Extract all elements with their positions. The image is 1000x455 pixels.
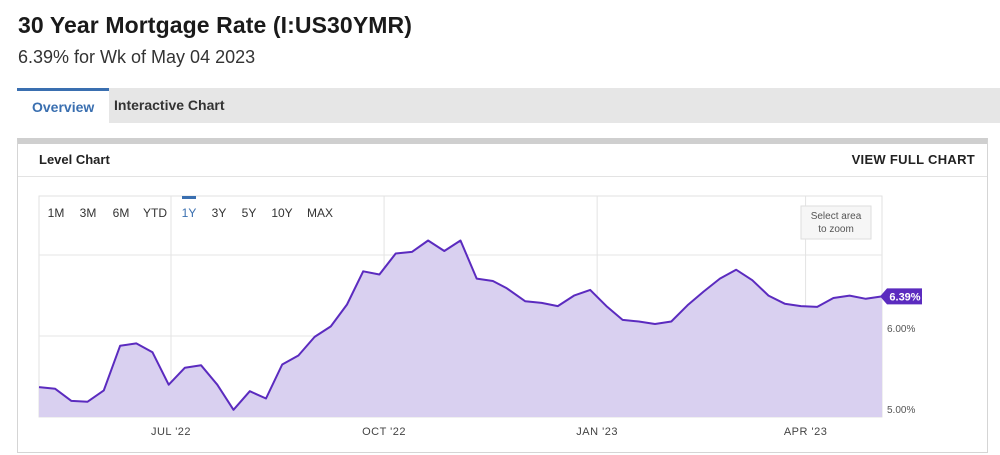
range-button-label: 10Y xyxy=(271,206,292,220)
range-button-label: 3M xyxy=(80,206,97,220)
level-chart[interactable]: JUL '22 OCT '22 JAN '23 APR '23 5.00% 6.00% 1… xyxy=(0,0,1000,455)
area-fill xyxy=(39,240,882,417)
range-button-label: 3Y xyxy=(212,206,227,220)
range-button-label: 1M xyxy=(48,206,65,220)
zoom-hint: Select area to zoom xyxy=(800,205,872,240)
range-button-3m[interactable]: 3M xyxy=(80,206,97,220)
range-button-1y[interactable]: 1Y xyxy=(182,196,197,220)
range-button-1m[interactable]: 1M xyxy=(48,206,65,220)
range-button-label: 6M xyxy=(113,206,130,220)
range-buttons: 1M 3M 6M YTD 1Y 3Y 5Y 10Y MAX xyxy=(48,196,333,220)
range-button-label: YTD xyxy=(143,206,167,220)
active-indicator xyxy=(182,196,196,199)
x-tick-label: JUL '22 xyxy=(151,426,191,438)
last-value-badge: 6.39% xyxy=(880,288,922,305)
range-button-10y[interactable]: 10Y xyxy=(271,206,292,220)
x-tick-label: OCT '22 xyxy=(362,426,406,438)
x-tick-label: JAN '23 xyxy=(576,426,618,438)
range-button-ytd[interactable]: YTD xyxy=(143,206,167,220)
zoom-hint-text: Select area xyxy=(811,211,862,222)
range-button-label: MAX xyxy=(307,206,333,220)
range-button-3y[interactable]: 3Y xyxy=(212,206,227,220)
range-button-6m[interactable]: 6M xyxy=(113,206,130,220)
last-value-label: 6.39% xyxy=(889,291,920,303)
x-tick-label: APR '23 xyxy=(784,426,828,438)
range-button-label: 5Y xyxy=(242,206,257,220)
range-button-label: 1Y xyxy=(182,206,197,220)
range-button-5y[interactable]: 5Y xyxy=(242,206,257,220)
y-tick-label: 5.00% xyxy=(887,405,915,416)
zoom-hint-text: to zoom xyxy=(818,224,854,235)
y-tick-label: 6.00% xyxy=(887,324,915,335)
range-button-max[interactable]: MAX xyxy=(307,206,333,220)
